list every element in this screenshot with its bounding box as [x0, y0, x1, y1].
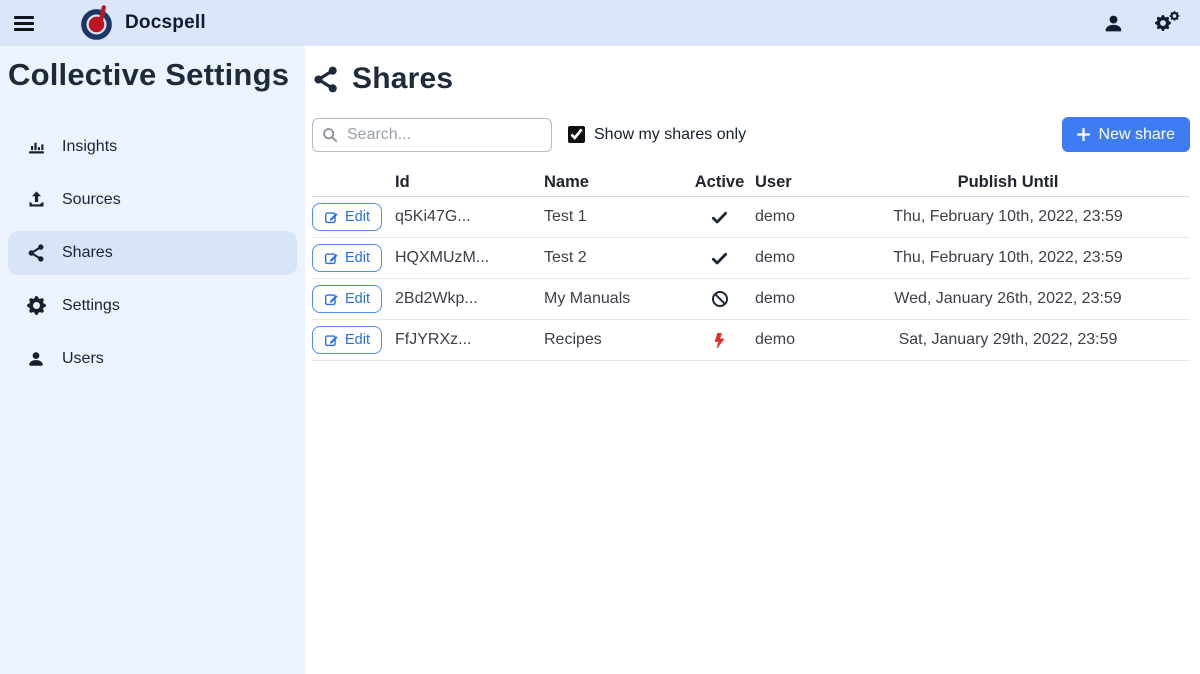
brand-name: Docspell	[125, 12, 206, 34]
controls-row: Show my shares only New share	[312, 117, 1190, 152]
cell-name: Test 1	[544, 208, 684, 226]
header-user: User	[755, 173, 826, 192]
user-icon	[26, 350, 46, 368]
check-icon	[684, 209, 755, 226]
page-title: Shares	[312, 62, 1190, 96]
cell-publish-until: Wed, January 26th, 2022, 23:59	[826, 290, 1190, 308]
header-id: Id	[395, 173, 544, 192]
edit-button[interactable]: Edit	[312, 285, 382, 313]
sidebar: Collective Settings Insights	[0, 46, 305, 674]
cell-name: Recipes	[544, 331, 684, 349]
new-share-button[interactable]: New share	[1062, 117, 1190, 152]
sidebar-title: Collective Settings	[8, 56, 297, 93]
check-icon	[684, 250, 755, 267]
edit-button-label: Edit	[345, 291, 370, 307]
cell-name: Test 2	[544, 249, 684, 267]
edit-pencil-icon	[324, 292, 338, 306]
cell-id: q5Ki47G...	[395, 208, 544, 226]
bar-chart-icon	[26, 137, 46, 156]
edit-pencil-icon	[324, 333, 338, 347]
table-row: Edit FfJYRXz... Recipes demo Sat, Januar…	[312, 320, 1190, 361]
sidebar-item-label: Settings	[62, 297, 120, 315]
upload-icon	[26, 190, 46, 209]
cell-name: My Manuals	[544, 290, 684, 308]
menu-hamburger-icon[interactable]	[14, 16, 34, 31]
page-title-text: Shares	[352, 62, 453, 96]
header-active: Active	[684, 173, 755, 192]
cell-user: demo	[755, 249, 826, 267]
settings-gears-icon[interactable]	[1154, 11, 1180, 35]
sidebar-item-sources[interactable]: Sources	[8, 178, 297, 222]
plus-icon	[1077, 128, 1090, 141]
edit-button-label: Edit	[345, 209, 370, 225]
cell-publish-until: Thu, February 10th, 2022, 23:59	[826, 249, 1190, 267]
edit-pencil-icon	[324, 210, 338, 224]
edit-pencil-icon	[324, 251, 338, 265]
edit-button-label: Edit	[345, 250, 370, 266]
table-row: Edit 2Bd2Wkp... My Manuals demo Wed, Jan…	[312, 279, 1190, 320]
sidebar-item-label: Users	[62, 350, 104, 368]
search-input[interactable]	[312, 118, 552, 152]
sidebar-item-settings[interactable]: Settings	[8, 284, 297, 328]
header-publish-until: Publish Until	[826, 173, 1190, 192]
docspell-logo-icon	[78, 5, 115, 42]
sidebar-item-label: Shares	[62, 244, 113, 262]
edit-button[interactable]: Edit	[312, 203, 382, 231]
edit-button[interactable]: Edit	[312, 326, 382, 354]
sidebar-item-shares[interactable]: Shares	[8, 231, 297, 275]
show-my-shares-label: Show my shares only	[594, 126, 746, 144]
cell-publish-until: Sat, January 29th, 2022, 23:59	[826, 331, 1190, 349]
share-nodes-icon	[26, 244, 46, 262]
show-my-shares-filter: Show my shares only	[568, 126, 746, 144]
cell-user: demo	[755, 208, 826, 226]
cell-user: demo	[755, 290, 826, 308]
gear-icon	[26, 296, 46, 315]
table-header-row: Id Name Active User Publish Until	[312, 169, 1190, 197]
brand[interactable]: Docspell	[78, 5, 206, 42]
cell-id: 2Bd2Wkp...	[395, 290, 544, 308]
ban-icon	[684, 290, 755, 308]
share-nodes-icon	[312, 66, 339, 93]
table-row: Edit q5Ki47G... Test 1 demo Thu, Februar…	[312, 197, 1190, 238]
edit-button[interactable]: Edit	[312, 244, 382, 272]
edit-button-label: Edit	[345, 332, 370, 348]
new-share-button-label: New share	[1099, 126, 1175, 144]
header-name: Name	[544, 173, 684, 192]
show-my-shares-checkbox[interactable]	[568, 126, 585, 143]
user-account-icon[interactable]	[1103, 13, 1124, 34]
cell-id: FfJYRXz...	[395, 331, 544, 349]
bolt-icon	[684, 332, 755, 349]
sidebar-item-users[interactable]: Users	[8, 337, 297, 381]
topbar: Docspell	[0, 0, 1200, 46]
table-row: Edit HQXMUzM... Test 2 demo Thu, Februar…	[312, 238, 1190, 279]
sidebar-menu: Insights Sources	[8, 125, 297, 381]
sidebar-item-label: Sources	[62, 191, 121, 209]
cell-id: HQXMUzM...	[395, 249, 544, 267]
search-icon	[322, 127, 338, 148]
cell-publish-until: Thu, February 10th, 2022, 23:59	[826, 208, 1190, 226]
sidebar-item-label: Insights	[62, 138, 117, 156]
main-panel: Shares Show my shares only New share	[305, 46, 1200, 674]
shares-table: Id Name Active User Publish Until Edit q…	[312, 169, 1190, 361]
sidebar-item-insights[interactable]: Insights	[8, 125, 297, 169]
cell-user: demo	[755, 331, 826, 349]
